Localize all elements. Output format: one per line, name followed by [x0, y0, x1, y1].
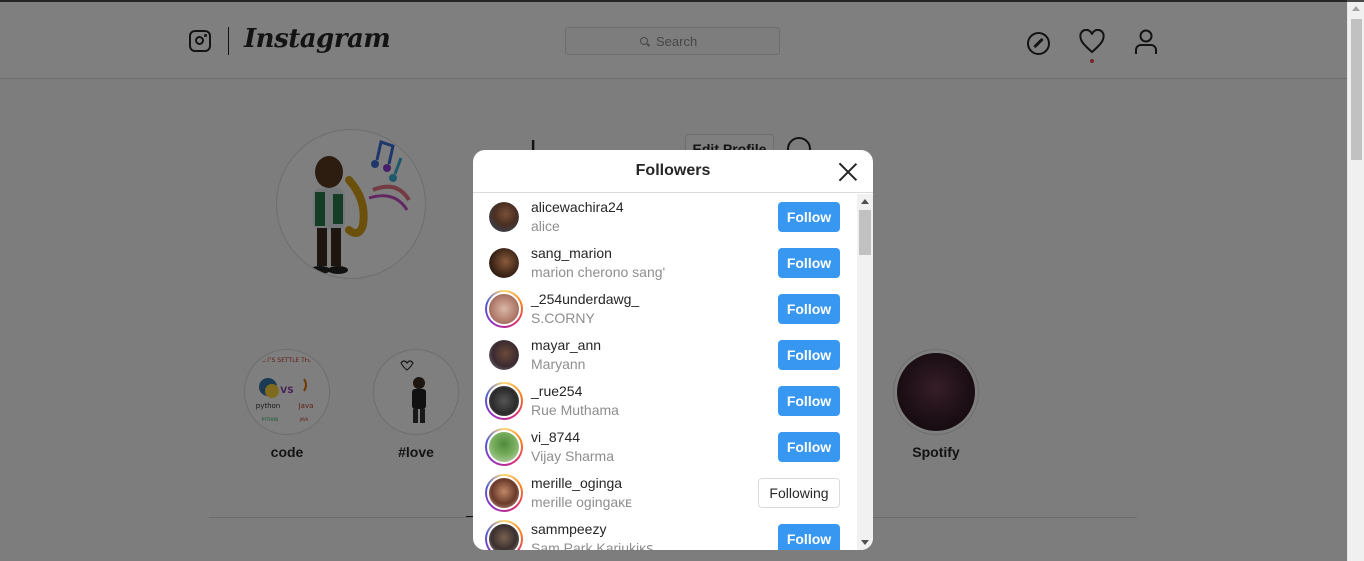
- follower-username[interactable]: merille_oginga: [531, 475, 622, 491]
- follower-full-name: Vijay Sharma: [531, 448, 615, 464]
- followers-list: alicewachira24 alice Follow sang_marion …: [473, 194, 857, 550]
- scroll-up-arrow-icon[interactable]: [1352, 6, 1360, 11]
- follower-full-name: S.CORNY: [531, 310, 595, 326]
- follow-button[interactable]: Follow: [778, 202, 840, 232]
- follow-button[interactable]: Follow: [778, 386, 840, 416]
- follower-avatar-story-ring[interactable]: [485, 382, 523, 420]
- page-scrollbar[interactable]: [1347, 2, 1364, 561]
- follower-full-name: alice: [531, 218, 560, 234]
- scrollbar-thumb[interactable]: [859, 210, 871, 255]
- follower-full-name: merille ogingaᴋᴇ: [531, 494, 633, 510]
- follow-button[interactable]: Follow: [778, 248, 840, 278]
- follower-avatar[interactable]: [489, 248, 519, 278]
- follower-username[interactable]: alicewachira24: [531, 199, 624, 215]
- following-button[interactable]: Following: [758, 478, 840, 508]
- follower-avatar-story-ring[interactable]: [485, 520, 523, 550]
- follower-full-name: marion cherono sang': [531, 264, 666, 280]
- scroll-down-arrow-icon[interactable]: [861, 540, 869, 545]
- follower-row: _rue254 Rue Muthama Follow: [473, 378, 857, 424]
- follower-row: mayar_ann Maryann Follow: [473, 332, 857, 378]
- follow-button[interactable]: Follow: [778, 294, 840, 324]
- follow-button[interactable]: Follow: [778, 432, 840, 462]
- follower-row: sammpeezy Sam Park Kariukiᴋꜱ Follow: [473, 516, 857, 550]
- follower-full-name: Maryann: [531, 356, 586, 372]
- follower-row: sang_marion marion cherono sang' Follow: [473, 240, 857, 286]
- dialog-scrollbar[interactable]: [857, 194, 873, 550]
- follower-full-name: Sam Park Kariukiᴋꜱ: [531, 540, 654, 550]
- follower-avatar[interactable]: [489, 202, 519, 232]
- follower-row: vi_8744 Vijay Sharma Follow: [473, 424, 857, 470]
- follower-row: alicewachira24 alice Follow: [473, 194, 857, 240]
- follower-avatar-story-ring[interactable]: [485, 428, 523, 466]
- scrollbar-thumb[interactable]: [1351, 19, 1362, 160]
- scroll-up-arrow-icon[interactable]: [861, 199, 869, 204]
- follower-username[interactable]: sammpeezy: [531, 521, 606, 537]
- follower-row: _254underdawg_ S.CORNY Follow: [473, 286, 857, 332]
- follower-row: merille_oginga merille ogingaᴋᴇ Followin…: [473, 470, 857, 516]
- follower-username[interactable]: vi_8744: [531, 429, 580, 445]
- dialog-title: Followers: [635, 162, 711, 179]
- follower-full-name: Rue Muthama: [531, 402, 619, 418]
- follower-username[interactable]: mayar_ann: [531, 337, 601, 353]
- follower-username[interactable]: _rue254: [531, 383, 582, 399]
- close-icon[interactable]: [837, 161, 859, 183]
- dialog-header: Followers: [473, 150, 873, 193]
- followers-dialog: Followers alicewachira24 alice Follow sa…: [473, 150, 873, 550]
- follower-avatar-story-ring[interactable]: [485, 290, 523, 328]
- follower-username[interactable]: _254underdawg_: [531, 291, 639, 307]
- follower-username[interactable]: sang_marion: [531, 245, 612, 261]
- follow-button[interactable]: Follow: [778, 340, 840, 370]
- follow-button[interactable]: Follow: [778, 524, 840, 550]
- follower-avatar-story-ring[interactable]: [485, 474, 523, 512]
- follower-avatar[interactable]: [489, 340, 519, 370]
